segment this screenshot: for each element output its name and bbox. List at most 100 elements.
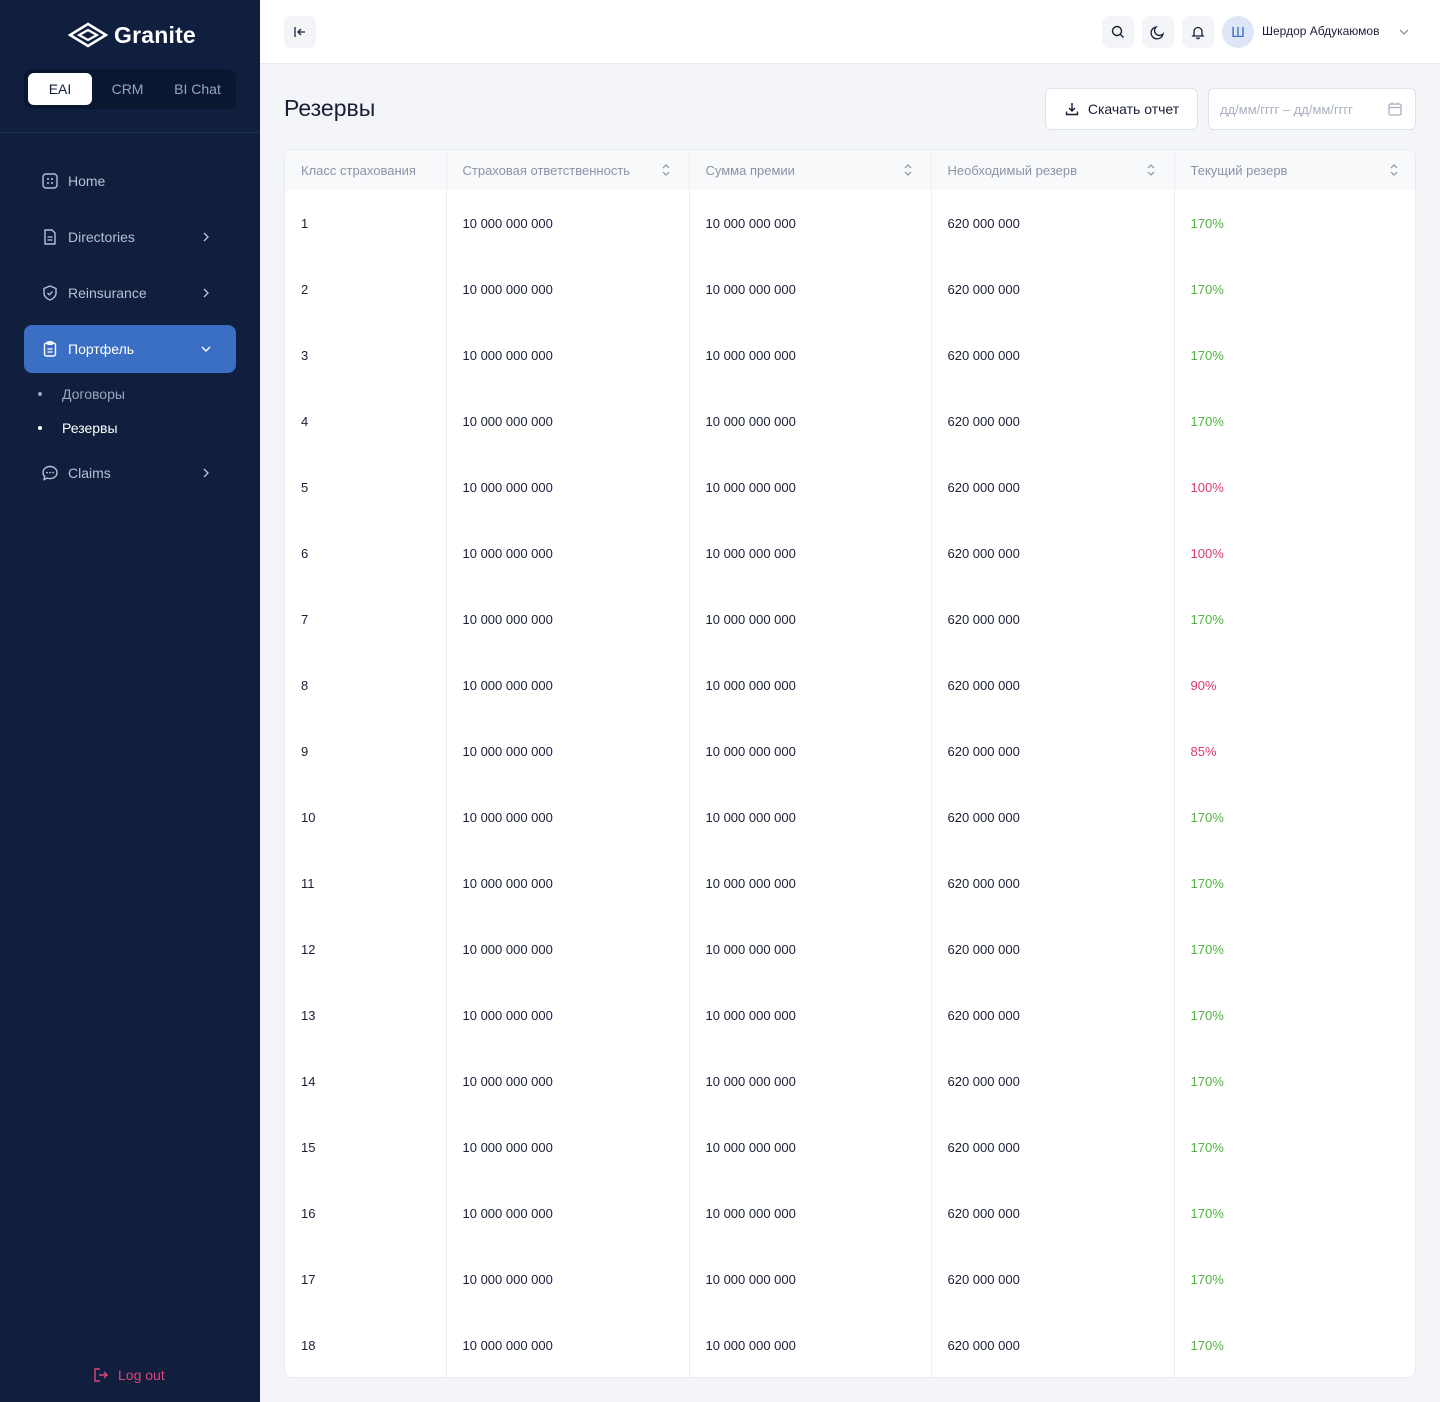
table-cell-liability: 10 000 000 000	[446, 718, 690, 784]
table-cell-current: 85%	[1190, 743, 1217, 759]
sidebar-item-label: Home	[68, 173, 106, 189]
theme-toggle-button[interactable]	[1142, 16, 1174, 48]
table-cell-liability: 10 000 000 000	[446, 586, 690, 652]
table-row[interactable]: 10 10 000 000 000 10 000 000 000 620 000 00…	[285, 784, 1415, 850]
table-cell-current: 170%	[1190, 1205, 1224, 1221]
column-header-liability[interactable]: Страховая ответственность	[446, 150, 690, 190]
reserves-table-grid: Класс страхования Страховая ответственно…	[285, 150, 1415, 1377]
user-name[interactable]: Шердор Абдукаюмов	[1262, 24, 1379, 38]
brand-logo[interactable]: Granite	[68, 20, 196, 50]
sort-icon[interactable]	[659, 163, 673, 177]
sidebar-subitem-reserves[interactable]: Резервы	[38, 420, 118, 436]
bullet-dot	[38, 426, 42, 430]
chevron-down-icon[interactable]	[1396, 24, 1412, 40]
table-row[interactable]: 14 10 000 000 000 10 000 000 000 620 000 00…	[285, 1048, 1415, 1114]
sort-icon[interactable]	[1387, 163, 1401, 177]
table-cell-liability: 10 000 000 000	[446, 388, 690, 454]
switcher-crm[interactable]: CRM	[96, 73, 159, 105]
table-row[interactable]: 15 10 000 000 000 10 000 000 000 620 000 00…	[285, 1114, 1415, 1180]
table-cell-liability: 10 000 000 000	[446, 784, 690, 850]
chevron-down-icon	[201, 346, 211, 352]
table-cell-premium: 10 000 000 000	[689, 1246, 932, 1312]
logout-button[interactable]: Log out	[92, 1366, 165, 1384]
table-cell-premium: 10 000 000 000	[689, 784, 932, 850]
sidebar-item-portfolio[interactable]: Портфель	[24, 325, 236, 373]
table-cell-class: 18	[285, 1312, 447, 1377]
calendar-icon[interactable]	[1387, 101, 1403, 117]
table-row[interactable]: 4 10 000 000 000 10 000 000 000 620 000 000…	[285, 388, 1415, 454]
table-cell-liability: 10 000 000 000	[446, 520, 690, 586]
table-cell-class: 15	[285, 1114, 447, 1180]
sidebar-item-claims[interactable]: Claims	[24, 449, 236, 497]
column-header-required-reserve[interactable]: Необходимый резерв	[931, 150, 1175, 190]
sidebar-item-home[interactable]: Home	[24, 157, 236, 205]
table-cell-liability: 10 000 000 000	[446, 982, 690, 1048]
table-cell-current: 170%	[1190, 281, 1224, 297]
column-header-label: Класс страхования	[301, 162, 416, 178]
table-cell-current: 170%	[1190, 347, 1224, 363]
table-cell-premium: 10 000 000 000	[689, 190, 932, 256]
table-cell-class: 6	[285, 520, 447, 586]
download-report-button[interactable]: Скачать отчет	[1045, 88, 1198, 130]
sidebar-item-reinsurance[interactable]: Reinsurance	[24, 269, 236, 317]
table-cell-premium: 10 000 000 000	[689, 256, 932, 322]
chevron-right-icon	[203, 468, 209, 478]
bullet-dot	[38, 392, 42, 396]
table-row[interactable]: 11 10 000 000 000 10 000 000 000 620 000 00…	[285, 850, 1415, 916]
date-range-input[interactable]: дд/мм/гггг – дд/мм/гггг	[1208, 88, 1416, 130]
table-cell-current: 170%	[1190, 215, 1224, 231]
sidebar-item-label: Claims	[68, 465, 111, 481]
table-row[interactable]: 16 10 000 000 000 10 000 000 000 620 000 00…	[285, 1180, 1415, 1246]
table-row[interactable]: 3 10 000 000 000 10 000 000 000 620 000 000…	[285, 322, 1415, 388]
table-cell-class: 3	[285, 322, 447, 388]
table-cell-premium: 10 000 000 000	[689, 388, 932, 454]
table-row[interactable]: 9 10 000 000 000 10 000 000 000 620 000 000…	[285, 718, 1415, 784]
table-cell-required: 620 000 000	[931, 1180, 1175, 1246]
download-icon	[1065, 103, 1079, 116]
sort-icon[interactable]	[901, 163, 915, 177]
table-row[interactable]: 1 10 000 000 000 10 000 000 000 620 000 000…	[285, 190, 1415, 256]
bell-icon	[1191, 26, 1205, 40]
column-header-current-reserve[interactable]: Текущий резерв	[1174, 150, 1415, 190]
collapse-left-icon	[294, 27, 305, 37]
avatar[interactable]: Ш	[1222, 16, 1254, 48]
table-cell-premium: 10 000 000 000	[689, 520, 932, 586]
sort-icon[interactable]	[1144, 163, 1158, 177]
table-row[interactable]: 2 10 000 000 000 10 000 000 000 620 000 000…	[285, 256, 1415, 322]
column-header-premium[interactable]: Сумма премии	[689, 150, 932, 190]
table-row[interactable]: 8 10 000 000 000 10 000 000 000 620 000 000…	[285, 652, 1415, 718]
sidebar-item-directories[interactable]: Directories	[24, 213, 236, 261]
search-button[interactable]	[1102, 16, 1134, 48]
table-row[interactable]: 6 10 000 000 000 10 000 000 000 620 000 000…	[285, 520, 1415, 586]
table-cell-required: 620 000 000	[931, 256, 1175, 322]
collapse-sidebar-button[interactable]	[284, 16, 316, 48]
table-cell-required: 620 000 000	[931, 190, 1175, 256]
table-cell-premium: 10 000 000 000	[689, 454, 932, 520]
table-cell-required: 620 000 000	[931, 1048, 1175, 1114]
table-row[interactable]: 7 10 000 000 000 10 000 000 000 620 000 000…	[285, 586, 1415, 652]
home-grid-icon	[40, 171, 60, 191]
chevron-right-icon	[203, 288, 209, 298]
document-icon	[40, 227, 60, 247]
table-row[interactable]: 17 10 000 000 000 10 000 000 000 620 000 00…	[285, 1246, 1415, 1312]
table-cell-premium: 10 000 000 000	[689, 652, 932, 718]
granite-logo-icon	[68, 22, 108, 48]
table-cell-liability: 10 000 000 000	[446, 916, 690, 982]
sidebar-subitem-contracts[interactable]: Договоры	[38, 386, 125, 402]
switcher-bi-chat[interactable]: BI Chat	[163, 73, 232, 105]
switcher-eai[interactable]: EAI	[28, 73, 93, 105]
table-cell-required: 620 000 000	[931, 784, 1175, 850]
table-row[interactable]: 13 10 000 000 000 10 000 000 000 620 000 00…	[285, 982, 1415, 1048]
table-row[interactable]: 12 10 000 000 000 10 000 000 000 620 000 00…	[285, 916, 1415, 982]
column-header-label: Страховая ответственность	[462, 162, 631, 178]
table-row[interactable]: 18 10 000 000 000 10 000 000 000 620 000 00…	[285, 1312, 1415, 1377]
sidebar-divider	[0, 132, 260, 133]
table-row[interactable]: 5 10 000 000 000 10 000 000 000 620 000 000…	[285, 454, 1415, 520]
moon-icon	[1150, 25, 1165, 40]
brand-name: Granite	[114, 21, 196, 48]
table-cell-current: 170%	[1190, 1073, 1224, 1089]
column-header-label: Сумма премии	[705, 162, 795, 178]
table-cell-required: 620 000 000	[931, 322, 1175, 388]
notifications-button[interactable]	[1182, 16, 1214, 48]
table-cell-current: 100%	[1190, 545, 1224, 561]
